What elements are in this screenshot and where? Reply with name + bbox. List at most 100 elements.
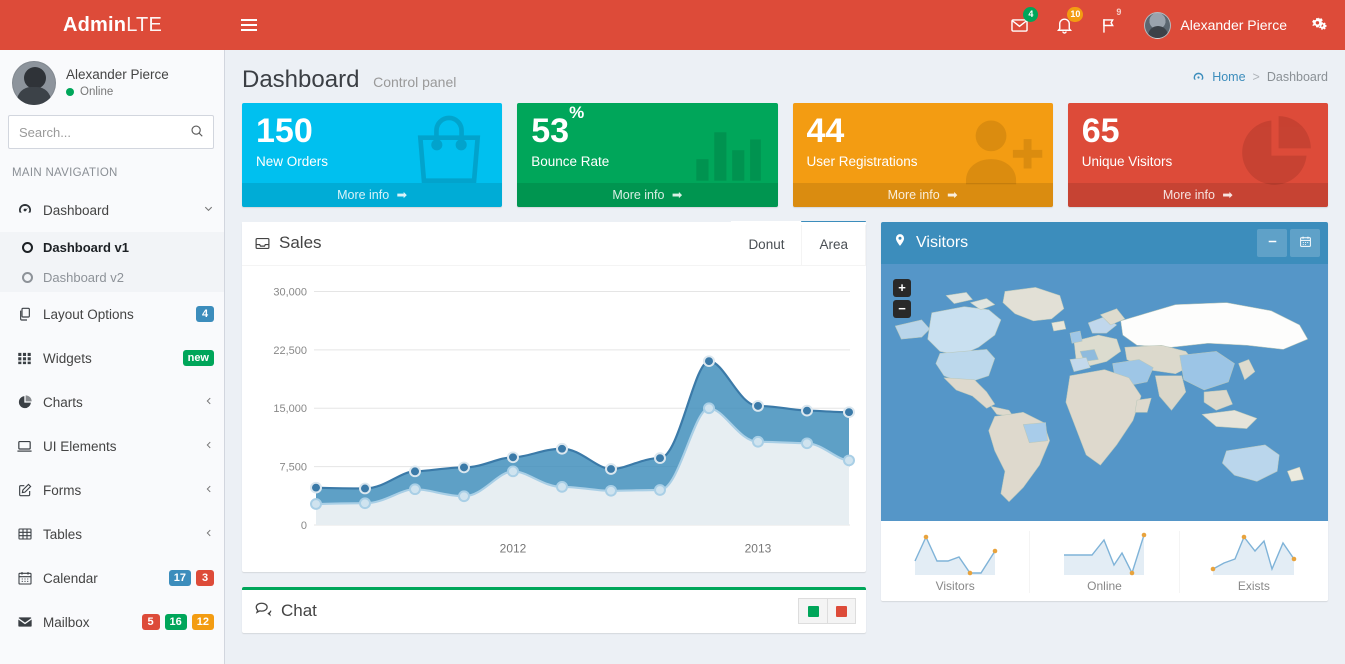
- sidebar-item-layout-options[interactable]: Layout Options 4: [0, 292, 224, 336]
- svg-text:0: 0: [301, 520, 307, 532]
- x-tick-2012: 2012: [500, 541, 527, 555]
- page-title-text: Dashboard: [242, 66, 360, 93]
- sidebar-link-forms[interactable]: Forms: [0, 468, 224, 512]
- brand-bold: Admin: [62, 13, 127, 36]
- breadcrumb-item-dashboard: Dashboard: [1266, 70, 1328, 84]
- sidebar-user-panel[interactable]: Alexander Pierce Online: [0, 50, 224, 115]
- collapse-button[interactable]: [1257, 228, 1287, 257]
- sidebar-link-ui-elements[interactable]: UI Elements: [0, 424, 224, 468]
- sparkline-label: Visitors: [935, 578, 975, 593]
- sidebar-user-name: Alexander Pierce: [66, 67, 169, 82]
- sales-area-chart[interactable]: 30,000 22,500 15,000 7,500 0 2012 2013: [252, 274, 856, 562]
- messages-menu-button[interactable]: 4: [997, 0, 1042, 50]
- notifications-menu-button[interactable]: 10: [1042, 0, 1087, 50]
- stat-box-label: Bounce Rate: [531, 153, 610, 169]
- sidebar-item-widgets[interactable]: Widgets new: [0, 336, 224, 380]
- calendar-icon: [16, 570, 33, 586]
- stat-box-footer-link[interactable]: More info ➡: [792, 182, 1053, 207]
- visitors-panel-tools: [1257, 228, 1320, 257]
- sidebar-item-label: Calendar: [43, 570, 98, 586]
- sparkline-label: Online: [1087, 578, 1122, 593]
- tasks-menu-button[interactable]: 9: [1087, 0, 1132, 50]
- top-navbar: 4 10 9 Alexander Pierce: [225, 0, 1345, 50]
- sidebar-item-dashboard-v1[interactable]: Dashboard v1: [0, 232, 224, 262]
- stat-value-text: 44: [806, 112, 845, 150]
- stat-box-footer-link[interactable]: More info ➡: [517, 182, 778, 207]
- sidebar-link-charts[interactable]: Charts: [0, 380, 224, 424]
- stat-box-value: 53%: [531, 103, 765, 150]
- date-range-button[interactable]: [1290, 228, 1320, 257]
- navbar-right-menu: 4 10 9 Alexander Pierce: [997, 0, 1345, 50]
- stat-box-inner: 150 New Orders: [242, 103, 502, 183]
- arrow-circle-right-icon: ➡: [1222, 187, 1233, 202]
- control-sidebar-toggle[interactable]: [1299, 0, 1345, 50]
- stat-box-new-orders[interactable]: 150 New Orders More info ➡: [242, 103, 503, 207]
- admin-dashboard-page: AdminLTE 4 10 9 Alexander Pierce Alexand…: [0, 0, 1345, 664]
- sidebar-link-mailbox[interactable]: Mailbox 5 16 12: [0, 600, 224, 644]
- chevron-left-icon: [204, 527, 214, 541]
- sidebar-item-mailbox[interactable]: Mailbox 5 16 12: [0, 600, 224, 644]
- sparkline-chart: [914, 534, 998, 575]
- sidebar-item-forms[interactable]: Forms: [0, 468, 224, 512]
- sparkline-visitors: Visitors: [881, 530, 1031, 593]
- status-red-button[interactable]: [827, 598, 856, 625]
- chevron-left-icon: [204, 439, 214, 453]
- tab-area[interactable]: Area: [801, 220, 866, 265]
- svg-text:30,000: 30,000: [273, 286, 307, 298]
- search-button[interactable]: [181, 116, 213, 148]
- stat-box-footer-link[interactable]: More info ➡: [1067, 182, 1328, 207]
- sidebar-user-info: Alexander Pierce Online: [66, 67, 169, 98]
- inbox-icon: [254, 235, 271, 252]
- sidebar-item-calendar[interactable]: Calendar 17 3: [0, 556, 224, 600]
- user-menu-button[interactable]: Alexander Pierce: [1132, 0, 1299, 50]
- calendar-icon: [1299, 235, 1312, 251]
- sidebar-item-ui-elements[interactable]: UI Elements: [0, 424, 224, 468]
- sidebar-badge: 16: [164, 613, 187, 631]
- map-zoom-in-button[interactable]: +: [893, 278, 911, 297]
- stat-box-unique-visitors[interactable]: 65 Unique Visitors More info ➡: [1067, 103, 1328, 207]
- right-column: Visitors + − Visitors Online Exists: [881, 221, 1328, 616]
- brand-logo[interactable]: AdminLTE: [0, 0, 225, 50]
- sales-panel-header: Sales Donut Area: [242, 220, 866, 266]
- sidebar-item-dashboard-v2[interactable]: Dashboard v2: [0, 262, 224, 292]
- chat-panel-header: Chat: [242, 590, 866, 633]
- visitors-panel-title: Visitors: [893, 232, 968, 253]
- stat-box-footer-label: More info: [1162, 187, 1215, 202]
- world-map[interactable]: + −: [881, 263, 1328, 521]
- sidebar-user-status-label: Online: [80, 86, 114, 98]
- tab-donut[interactable]: Donut: [731, 220, 802, 265]
- visitors-panel: Visitors + − Visitors Online Exists: [881, 221, 1328, 601]
- minus-icon: [1266, 235, 1279, 251]
- stat-box-user-registrations[interactable]: 44 User Registrations More info ➡: [792, 103, 1053, 207]
- files-icon: [16, 306, 33, 322]
- page-title: Dashboard Control panel: [242, 66, 456, 94]
- sidebar-link-calendar[interactable]: Calendar 17 3: [0, 556, 224, 600]
- green-square-icon: [807, 605, 819, 617]
- sidebar-badge-group: 5 16 12: [141, 613, 214, 631]
- sidebar-toggle-button[interactable]: [225, 0, 273, 50]
- stat-box-footer-link[interactable]: More info ➡: [242, 182, 503, 207]
- sidebar-link-widgets[interactable]: Widgets new: [0, 336, 224, 380]
- breadcrumb-item-home[interactable]: Home: [1212, 70, 1245, 84]
- sidebar-link-dashboard[interactable]: Dashboard: [0, 188, 224, 232]
- sidebar-link-layout-options[interactable]: Layout Options 4: [0, 292, 224, 336]
- sidebar-item-label: Forms: [43, 482, 82, 498]
- sidebar-link-tables[interactable]: Tables: [0, 512, 224, 556]
- svg-text:7,500: 7,500: [279, 461, 307, 473]
- sidebar-item-tables[interactable]: Tables: [0, 512, 224, 556]
- status-green-button[interactable]: [798, 598, 827, 625]
- map-zoom-controls: + −: [893, 278, 911, 321]
- stat-box-bounce-rate[interactable]: 53% Bounce Rate More info ➡: [517, 103, 778, 207]
- envelope-icon: [16, 614, 33, 630]
- hamburger-icon: [241, 19, 257, 31]
- sidebar-item-charts[interactable]: Charts: [0, 380, 224, 424]
- map-zoom-out-button[interactable]: −: [893, 299, 911, 318]
- chevron-left-icon: [204, 395, 214, 409]
- sidebar-item-dashboard: Dashboard Dashboard v1 Dashboard v2: [0, 188, 224, 292]
- stat-box-inner: 44 User Registrations: [793, 103, 1053, 183]
- sidebar-item-label: Tables: [43, 526, 83, 542]
- sidebar-item-label: UI Elements: [43, 438, 117, 454]
- stat-value-suffix: %: [569, 103, 585, 122]
- sidebar-subitem-label: Dashboard v2: [43, 269, 124, 285]
- stat-box-value: 65: [1082, 113, 1316, 150]
